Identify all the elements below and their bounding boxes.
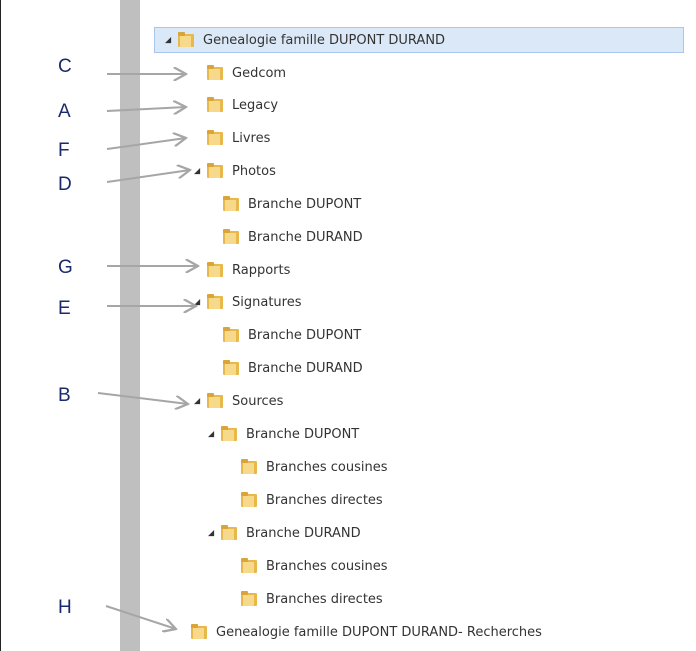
folder-icon	[207, 294, 223, 309]
tree-root-item[interactable]: Genealogie famille DUPONT DURAND	[154, 27, 684, 53]
expand-triangle-icon[interactable]	[192, 166, 202, 176]
annotation-letter-c: C	[58, 56, 72, 77]
folder-icon	[178, 32, 194, 47]
tree-item-gedcom[interactable]: Gedcom	[192, 60, 286, 86]
tree-item-signatures-dupont[interactable]: Branche DUPONT	[208, 322, 361, 348]
tree-item-label: Branches cousines	[266, 459, 388, 475]
folder-icon	[241, 591, 257, 606]
tree-item-label: Branche DUPONT	[246, 426, 360, 442]
tree-item-sources-durand[interactable]: Branche DURAND	[206, 520, 361, 546]
folder-icon	[207, 65, 223, 80]
folder-icon	[241, 558, 257, 573]
tree-item-dupont-directes[interactable]: Branches directes	[226, 487, 383, 513]
tree-item-label: Branches directes	[266, 591, 383, 607]
folder-icon	[223, 229, 239, 244]
folder-icon	[207, 130, 223, 145]
folder-icon	[241, 492, 257, 507]
annotation-letter-a: A	[58, 101, 71, 122]
tree-item-label: Gedcom	[232, 65, 287, 81]
folder-icon	[221, 426, 237, 441]
tree-item-durand-directes[interactable]: Branches directes	[226, 586, 383, 612]
folder-icon	[223, 327, 239, 342]
expand-triangle-icon[interactable]	[192, 297, 202, 307]
tree-item-label: Branche DURAND	[248, 360, 363, 376]
tree-item-label: Rapports	[232, 262, 291, 278]
tree-item-durand-cousines[interactable]: Branches cousines	[226, 553, 388, 579]
tree-item-label: Branche DURAND	[248, 229, 363, 245]
annotation-letter-h: H	[58, 597, 72, 618]
annotation-letter-g: G	[58, 257, 73, 278]
annotation-letter-e: E	[58, 298, 71, 319]
tree-item-sources[interactable]: Sources	[192, 388, 283, 414]
tree-item-livres[interactable]: Livres	[192, 125, 270, 151]
tree-item-dupont-cousines[interactable]: Branches cousines	[226, 454, 388, 480]
folder-icon	[223, 196, 239, 211]
tree-item-rapports[interactable]: Rapports	[192, 257, 290, 283]
annotation-letter-d: D	[58, 174, 72, 195]
tree-item-signatures[interactable]: Signatures	[192, 289, 302, 315]
tree-item-label: Signatures	[232, 294, 302, 310]
tree-item-photos-durand[interactable]: Branche DURAND	[208, 224, 363, 250]
tree-item-legacy[interactable]: Legacy	[192, 92, 278, 118]
folder-icon	[207, 97, 223, 112]
expand-triangle-icon[interactable]	[206, 528, 216, 538]
tree-item-label: Sources	[232, 393, 284, 409]
expand-triangle-icon[interactable]	[206, 429, 216, 439]
annotation-letter-b: B	[58, 385, 71, 406]
tree-item-label: Genealogie famille DUPONT DURAND	[203, 32, 446, 48]
expand-triangle-icon[interactable]	[192, 396, 202, 406]
tree-item-photos[interactable]: Photos	[192, 158, 276, 184]
folder-icon	[223, 360, 239, 375]
folder-icon	[241, 459, 257, 474]
annotation-letter-f: F	[58, 140, 70, 161]
folder-icon	[207, 262, 223, 277]
folder-icon	[207, 163, 223, 178]
tree-item-label: Branches cousines	[266, 558, 388, 574]
folder-icon	[221, 525, 237, 540]
tree-item-label: Branches directes	[266, 492, 383, 508]
tree-item-label: Legacy	[232, 97, 279, 113]
folder-icon	[191, 624, 207, 639]
folder-tree[interactable]: Genealogie famille DUPONT DURAND Gedcom …	[140, 0, 694, 651]
tree-item-signatures-durand[interactable]: Branche DURAND	[208, 355, 363, 381]
tree-item-photos-dupont[interactable]: Branche DUPONT	[208, 191, 361, 217]
tree-item-label: Livres	[232, 130, 271, 146]
tree-item-sources-dupont[interactable]: Branche DUPONT	[206, 421, 359, 447]
tree-item-label: Branche DUPONT	[248, 327, 362, 343]
tree-item-label: Photos	[232, 163, 276, 179]
tree-item-label: Branche DUPONT	[248, 196, 362, 212]
tree-item-recherches[interactable]: Genealogie famille DUPONT DURAND- Recher…	[176, 619, 542, 645]
tree-item-label: Branche DURAND	[246, 525, 361, 541]
expand-triangle-icon[interactable]	[163, 35, 173, 45]
tree-item-label: Genealogie famille DUPONT DURAND- Recher…	[216, 624, 542, 640]
left-gutter	[120, 0, 140, 651]
folder-icon	[207, 393, 223, 408]
